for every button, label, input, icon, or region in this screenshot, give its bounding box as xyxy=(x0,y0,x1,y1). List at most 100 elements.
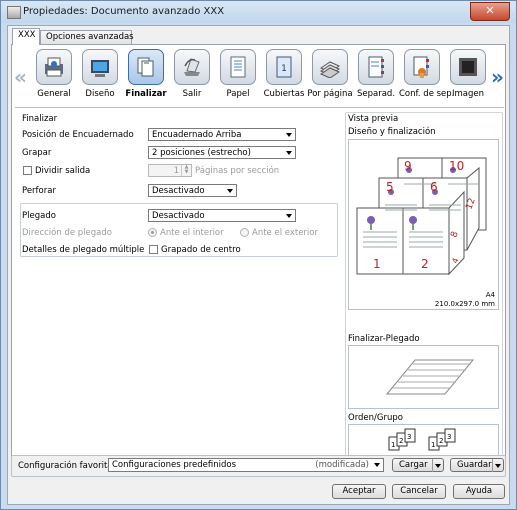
fold-preview-title: Finalizar-Plegado xyxy=(348,334,420,344)
fold-inside-radio[interactable] xyxy=(148,228,157,237)
order-preview-box: 123 123 xyxy=(348,424,499,457)
order-page: 1 xyxy=(391,441,395,449)
toolbar-covers-button[interactable]: 1 Cubiertas xyxy=(261,49,307,105)
finishing-section-title: Finalizar xyxy=(22,114,58,124)
layout-preview-title: Diseño y finalización xyxy=(348,127,436,137)
fold-preview-box xyxy=(348,345,499,409)
punch-select[interactable]: Desactivado xyxy=(148,184,237,197)
toolbar-label: Cubiertas xyxy=(263,89,305,99)
booklet-preview: 9 10 5 6 1 2 12 8 4 xyxy=(356,157,487,276)
chevron-down-icon xyxy=(374,463,380,467)
favorites-value: Configuraciones predefinidos xyxy=(112,460,237,470)
folded-sheet-icon xyxy=(385,359,475,395)
fold-outside-radio[interactable] xyxy=(240,228,249,237)
staple-value: 2 posiciones (estrecho) xyxy=(152,148,251,158)
order-page: 1 xyxy=(431,441,435,449)
page-order-icon: 123 123 xyxy=(388,428,456,451)
ok-button[interactable]: Aceptar xyxy=(332,484,386,499)
center-staple-label: Grapado de centro xyxy=(161,245,241,255)
tab-advanced-options[interactable]: Opciones avanzadas xyxy=(40,30,134,45)
multi-fold-label: Detalles de plegado múltiple xyxy=(22,245,145,255)
toolbar-label: Papel xyxy=(226,89,250,99)
paper-icon xyxy=(230,56,246,78)
chevron-down-icon xyxy=(286,214,292,218)
binding-position-value: Encuadernado Arriba xyxy=(152,130,242,140)
chevron-down-icon xyxy=(286,151,292,155)
favorites-label: Configuración favorita xyxy=(18,461,113,471)
order-page: 3 xyxy=(407,433,411,441)
binding-position-select[interactable]: Encuadernado Arriba xyxy=(148,128,296,141)
fold-direction-label: Dirección de plegado xyxy=(22,228,112,238)
fold-value: Desactivado xyxy=(152,211,205,221)
title-bar: Propiedades: Documento avanzado XXX ✕ xyxy=(1,1,516,23)
toolbar-separator-settings-button[interactable]: Conf. de sep. xyxy=(399,49,455,105)
save-label: Guardar xyxy=(457,460,492,470)
tab-panel: « General Diseño Finalizar Salir Papel 1… xyxy=(11,44,506,471)
staple-label: Grapar xyxy=(22,148,52,158)
fold-select[interactable]: Desactivado xyxy=(148,209,296,222)
scroll-right-icon[interactable]: » xyxy=(491,67,504,87)
preview-title: Vista previa xyxy=(348,114,399,124)
page-number: 5 xyxy=(386,180,394,194)
page-number: 9 xyxy=(404,159,412,173)
layout-preview-box: 9 10 5 6 1 2 12 8 4 A4 210.0x297.0 mm xyxy=(348,139,499,310)
toolbar-label: General xyxy=(37,89,71,99)
fold-inside-label: Ante el interior xyxy=(160,228,224,238)
chevron-down-icon[interactable] xyxy=(432,459,443,472)
toolbar-label: Conf. de sep. xyxy=(399,89,455,99)
binding-position-label: Posición de Encuadernado xyxy=(22,130,134,140)
layout-icon xyxy=(91,60,109,77)
load-label: Cargar xyxy=(399,460,428,470)
pages-per-section-value: 1 xyxy=(173,166,179,176)
printer-icon xyxy=(7,6,21,19)
page-number: 10 xyxy=(449,159,464,173)
order-page: 3 xyxy=(447,433,451,441)
toolbar-label: Por página xyxy=(307,89,353,99)
finishing-icon xyxy=(137,57,154,77)
close-button[interactable]: ✕ xyxy=(470,2,510,21)
help-button[interactable]: Ayuda xyxy=(453,484,505,499)
page-number: 6 xyxy=(430,180,438,194)
order-preview-title: Orden/Grupo xyxy=(348,413,403,423)
divide-output-label: Dividir salida xyxy=(35,166,91,176)
punch-label: Perforar xyxy=(22,186,56,196)
center-staple-checkbox[interactable] xyxy=(149,245,158,254)
punch-value: Desactivado xyxy=(152,186,205,196)
pages-per-section-stepper[interactable]: 1 ▲ ▼ xyxy=(148,164,192,177)
toolbar-image-button[interactable]: Imagen xyxy=(445,49,491,105)
output-icon xyxy=(184,58,200,76)
load-button[interactable]: Cargar xyxy=(392,458,444,472)
toolbar-label: Salir xyxy=(182,89,202,99)
cover-number: 1 xyxy=(281,64,287,74)
favorites-status: (modificada) xyxy=(315,460,369,470)
toolbar-output-button[interactable]: Salir xyxy=(169,49,215,105)
toolbar-general-button[interactable]: General xyxy=(31,49,77,105)
paper-size: 210.0x297.0 mm xyxy=(434,300,495,308)
toolbar-layout-button[interactable]: Diseño xyxy=(77,49,123,105)
toolbar-paper-button[interactable]: Papel xyxy=(215,49,261,105)
general-icon xyxy=(45,57,63,77)
fold-outside-label: Ante el exterior xyxy=(252,228,318,238)
feature-toolbar: « General Diseño Finalizar Salir Papel 1… xyxy=(12,45,505,107)
staple-select[interactable]: 2 posiciones (estrecho) xyxy=(148,146,296,159)
toolbar-label: Separad. xyxy=(356,89,396,99)
toolbar-label: Imagen xyxy=(451,89,484,99)
divide-output-checkbox[interactable] xyxy=(23,166,32,175)
save-button[interactable]: Guardar xyxy=(450,458,504,472)
favorites-select[interactable]: Configuraciones predefinidos (modificada… xyxy=(108,458,384,472)
properties-window: Propiedades: Documento avanzado XXX ✕ XX… xyxy=(0,0,517,510)
scroll-left-icon[interactable]: « xyxy=(14,67,27,87)
order-page: 2 xyxy=(439,437,443,445)
chevron-down-icon[interactable] xyxy=(492,459,503,472)
cancel-button[interactable]: Cancelar xyxy=(392,484,446,499)
tab-xxx[interactable]: XXX xyxy=(12,28,40,45)
toolbar-finishing-button[interactable]: Finalizar xyxy=(123,49,169,105)
per-page-icon xyxy=(320,61,340,78)
image-icon xyxy=(459,58,477,76)
stepper-arrows-icon: ▲ ▼ xyxy=(181,165,191,176)
paper-name: A4 xyxy=(485,291,495,299)
toolbar-per-page-button[interactable]: Por página xyxy=(307,49,353,105)
order-page: 2 xyxy=(399,437,403,445)
chevron-down-icon xyxy=(227,189,233,193)
toolbar-separator-button[interactable]: Separad. xyxy=(353,49,399,105)
